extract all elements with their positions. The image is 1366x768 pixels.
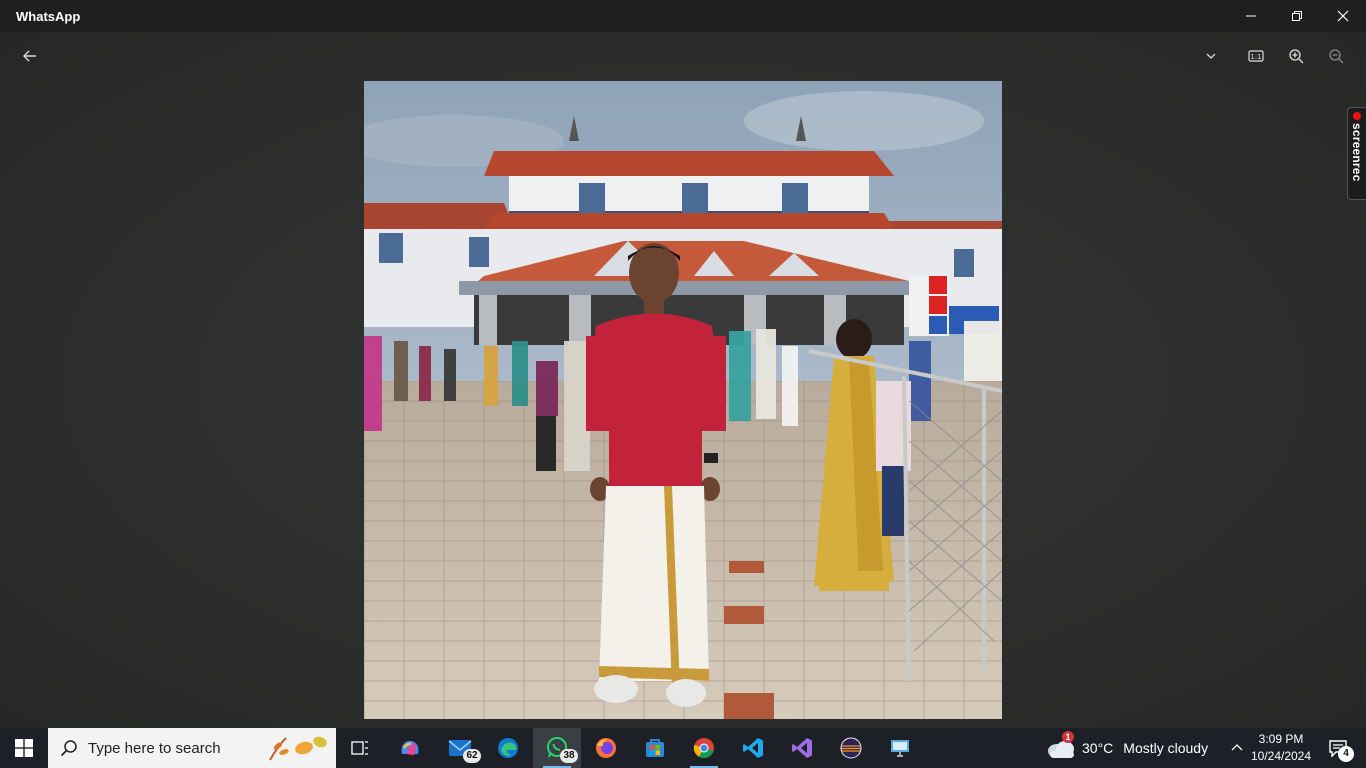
mail-button[interactable]: 62 — [436, 728, 484, 768]
search-placeholder: Type here to search — [88, 739, 221, 757]
photo-image — [364, 81, 1002, 719]
visual-studio-icon — [792, 738, 812, 758]
chrome-button[interactable] — [680, 728, 728, 768]
zoom-out-button[interactable] — [1318, 42, 1354, 70]
edge-icon — [498, 738, 518, 758]
notification-count-badge: 4 — [1338, 746, 1354, 762]
actual-size-icon: 1:1 — [1248, 50, 1264, 62]
actual-size-button[interactable]: 1:1 — [1238, 42, 1274, 70]
clock-time: 3:09 PM — [1258, 732, 1304, 746]
minimize-icon — [1246, 15, 1256, 17]
taskbar: Type here to search 62 38 1 30°C Mostly … — [0, 728, 1366, 768]
weather-temperature: 30°C — [1082, 740, 1114, 756]
record-icon — [1353, 112, 1361, 120]
visual-studio-button[interactable] — [778, 728, 826, 768]
eclipse-icon — [840, 737, 862, 759]
mail-unread-badge: 62 — [463, 749, 481, 763]
show-hidden-icons-button[interactable] — [1226, 728, 1248, 768]
weather-widget[interactable]: 1 30°C Mostly cloudy — [1046, 728, 1208, 768]
copilot-icon — [401, 741, 419, 755]
windows-logo-icon — [15, 739, 33, 757]
zoom-in-icon — [1289, 49, 1304, 64]
notification-center-button[interactable]: 4 — [1318, 728, 1358, 768]
start-button[interactable] — [0, 728, 48, 768]
svg-text:1:1: 1:1 — [1250, 53, 1261, 61]
search-icon — [60, 740, 77, 757]
vscode-icon — [743, 738, 763, 758]
minimize-button[interactable] — [1228, 0, 1274, 32]
more-options-dropdown[interactable] — [1193, 42, 1229, 70]
firefox-icon — [596, 738, 616, 758]
vscode-button[interactable] — [729, 728, 777, 768]
remote-desktop-button[interactable] — [876, 728, 924, 768]
clock-date: 10/24/2024 — [1250, 749, 1312, 763]
copilot-button[interactable] — [386, 728, 434, 768]
task-view-icon — [351, 741, 368, 755]
restore-button[interactable] — [1274, 0, 1320, 32]
eclipse-button[interactable] — [827, 728, 875, 768]
desktop-computer-icon — [891, 740, 909, 757]
title-bar: WhatsApp — [0, 0, 1366, 32]
chevron-down-icon — [1206, 53, 1216, 59]
arrow-left-icon — [23, 50, 36, 62]
back-button[interactable] — [12, 42, 48, 70]
whatsapp-unread-badge: 38 — [560, 749, 578, 763]
firefox-button[interactable] — [582, 728, 630, 768]
media-viewer: 1:1 — [0, 32, 1366, 728]
weather-alert-badge: 1 — [1062, 731, 1074, 743]
chrome-icon — [693, 738, 714, 759]
store-button[interactable] — [631, 728, 679, 768]
zoom-in-button[interactable] — [1278, 42, 1314, 70]
cloudy-weather-icon: 1 — [1046, 731, 1076, 759]
search-highlight-autumn-leaves-icon[interactable] — [264, 732, 332, 764]
screenrec-tab[interactable]: screenrec — [1347, 107, 1366, 200]
whatsapp-button[interactable]: 38 — [533, 728, 581, 768]
zoom-out-icon — [1329, 49, 1344, 64]
task-view-button[interactable] — [336, 728, 384, 768]
chevron-up-icon — [1231, 744, 1243, 751]
close-button[interactable] — [1320, 0, 1366, 32]
restore-icon — [1292, 11, 1302, 21]
taskbar-clock[interactable]: 3:09 PM 10/24/2024 — [1250, 731, 1312, 765]
weather-description: Mostly cloudy — [1123, 740, 1209, 756]
store-icon — [646, 739, 664, 757]
edge-button[interactable] — [484, 728, 532, 768]
window-title: WhatsApp — [16, 9, 81, 24]
screenrec-label: screenrec — [1350, 123, 1364, 182]
taskbar-search-box[interactable]: Type here to search — [48, 728, 336, 768]
close-icon — [1337, 10, 1349, 22]
photo — [364, 81, 1002, 719]
